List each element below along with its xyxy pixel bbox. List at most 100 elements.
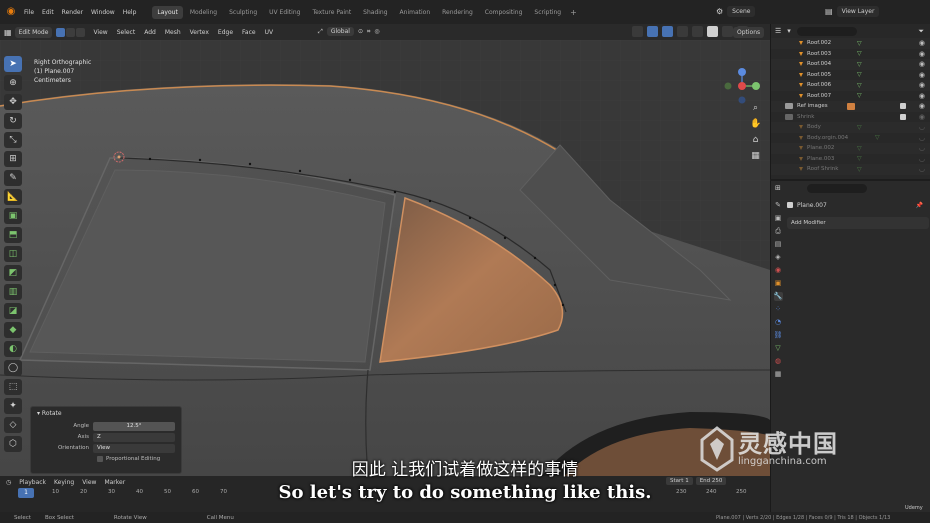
pivot-icon[interactable]: ⊙ bbox=[358, 28, 363, 35]
list-item[interactable]: Roof.006 ▽ ◉ bbox=[771, 80, 930, 91]
options-dropdown[interactable]: Options bbox=[733, 27, 765, 38]
add-workspace-icon[interactable]: + bbox=[570, 8, 577, 17]
menu-file[interactable]: File bbox=[24, 9, 34, 16]
blender-logo-icon[interactable]: ◉ bbox=[4, 5, 18, 19]
angle-field[interactable]: 12.5° bbox=[93, 421, 175, 431]
zoom-icon[interactable]: ⌕ bbox=[750, 103, 761, 114]
list-item[interactable]: Plane.003 ▽ ◡ bbox=[771, 154, 930, 165]
collection-checkbox[interactable] bbox=[900, 113, 906, 120]
outliner-search[interactable] bbox=[796, 26, 857, 36]
list-item[interactable]: Body.orgin.004 ▽ ◡ bbox=[771, 133, 930, 144]
eye-off-icon[interactable]: ◡ bbox=[919, 155, 925, 163]
move-tool-icon[interactable]: ✥ bbox=[4, 94, 22, 110]
select-tool-icon[interactable]: ➤ bbox=[4, 56, 22, 72]
eye-icon[interactable]: ◉ bbox=[919, 39, 925, 47]
tab-sculpting[interactable]: Sculpting bbox=[224, 6, 262, 19]
list-item[interactable]: Plane.002 ▽ ◡ bbox=[771, 143, 930, 154]
tab-rendering[interactable]: Rendering bbox=[437, 6, 478, 19]
list-item[interactable]: Roof.007 ▽ ◉ bbox=[771, 91, 930, 102]
vmenu-vertex[interactable]: Vertex bbox=[190, 29, 209, 36]
perspective-grid-icon[interactable]: ▦ bbox=[750, 151, 761, 162]
menu-help[interactable]: Help bbox=[123, 9, 137, 16]
annotate-tool-icon[interactable]: ✎ bbox=[4, 170, 22, 186]
eye-icon[interactable]: ◉ bbox=[919, 60, 925, 68]
tab-layout[interactable]: Layout bbox=[152, 5, 183, 19]
physics-tab-icon[interactable]: ◔ bbox=[774, 318, 783, 327]
pin-icon[interactable]: 📌 bbox=[916, 202, 923, 209]
spin-tool-icon[interactable]: ◐ bbox=[4, 341, 22, 357]
eye-icon[interactable]: ◉ bbox=[919, 71, 925, 79]
rotate-tool-icon[interactable]: ↻ bbox=[4, 113, 22, 129]
vertex-select-icon[interactable] bbox=[56, 27, 66, 37]
material-tab-icon[interactable]: ◍ bbox=[774, 357, 783, 366]
tab-compositing[interactable]: Compositing bbox=[480, 6, 528, 19]
scene-field[interactable]: Scene bbox=[727, 6, 756, 17]
particles-tab-icon[interactable]: ⁘ bbox=[774, 305, 783, 314]
material-shading-icon[interactable] bbox=[722, 26, 733, 37]
pan-hand-icon[interactable]: ✋ bbox=[750, 119, 761, 130]
measure-tool-icon[interactable]: 📐 bbox=[4, 189, 22, 205]
loop-cut-tool-icon[interactable]: ▥ bbox=[4, 284, 22, 300]
texture-tab-icon[interactable]: ▦ bbox=[774, 370, 783, 379]
tab-animation[interactable]: Animation bbox=[395, 6, 436, 19]
vmenu-face[interactable]: Face bbox=[242, 29, 256, 36]
camera-icon[interactable]: ⌂ bbox=[750, 135, 761, 146]
data-tab-icon[interactable]: ▽ bbox=[774, 344, 783, 353]
properties-editor-icon[interactable]: ⊞ bbox=[775, 184, 781, 192]
modifier-tab-icon[interactable]: 🔧 bbox=[773, 292, 783, 301]
list-item[interactable]: Ref images ◉ bbox=[771, 101, 930, 112]
snap-icon[interactable]: ⌗ bbox=[367, 28, 370, 36]
axis-dropdown[interactable]: Z bbox=[93, 432, 175, 442]
list-item[interactable]: Roof Shrink ▽ ◡ bbox=[771, 164, 930, 175]
eye-icon[interactable]: ◉ bbox=[919, 92, 925, 100]
transform-tool-icon[interactable]: ⊞ bbox=[4, 151, 22, 167]
vmenu-mesh[interactable]: Mesh bbox=[165, 29, 181, 36]
outliner-filter-icon[interactable]: ⏷ bbox=[918, 27, 924, 36]
proportional-icon[interactable]: ◎ bbox=[374, 28, 379, 35]
add-modifier-dropdown[interactable]: Add Modifier bbox=[787, 217, 929, 229]
output-tab-icon[interactable]: ⎙ bbox=[774, 227, 783, 236]
eye-icon[interactable]: ◉ bbox=[919, 81, 925, 89]
collection-checkbox[interactable] bbox=[900, 103, 906, 110]
bevel-tool-icon[interactable]: ◩ bbox=[4, 265, 22, 281]
add-cube-tool-icon[interactable]: ▣ bbox=[4, 208, 22, 224]
operator-title[interactable]: ▾ Rotate bbox=[31, 407, 181, 420]
constraints-tab-icon[interactable]: ⛓ bbox=[774, 331, 783, 340]
orientation-value-dropdown[interactable]: View bbox=[93, 443, 175, 453]
shrink-fatten-tool-icon[interactable]: ✦ bbox=[4, 398, 22, 414]
list-item[interactable]: Roof.005 ▽ ◉ bbox=[771, 70, 930, 81]
eye-icon[interactable]: ◉ bbox=[919, 113, 925, 121]
filter-icon[interactable]: ▾ bbox=[787, 27, 791, 35]
eye-off-icon[interactable]: ◡ bbox=[919, 165, 925, 173]
tab-uv-editing[interactable]: UV Editing bbox=[264, 6, 305, 19]
wireframe-shading-icon[interactable] bbox=[692, 26, 703, 37]
eye-off-icon[interactable]: ◡ bbox=[919, 123, 925, 131]
list-item[interactable]: Roof.004 ▽ ◉ bbox=[771, 59, 930, 70]
smooth-tool-icon[interactable]: ◯ bbox=[4, 360, 22, 376]
list-item[interactable]: Roof.002 ▽ ◉ bbox=[771, 38, 930, 49]
cursor-tool-icon[interactable]: ⊕ bbox=[4, 75, 22, 91]
edge-select-icon[interactable] bbox=[66, 27, 76, 37]
poly-build-tool-icon[interactable]: ◆ bbox=[4, 322, 22, 338]
list-item[interactable]: Roof.003 ▽ ◉ bbox=[771, 49, 930, 60]
eye-icon[interactable]: ◉ bbox=[919, 102, 925, 110]
view-layer-tab-icon[interactable]: ▤ bbox=[774, 240, 783, 249]
properties-search[interactable] bbox=[806, 183, 867, 193]
world-tab-icon[interactable]: ◉ bbox=[774, 266, 783, 275]
shear-tool-icon[interactable]: ◇ bbox=[4, 417, 22, 433]
view-layer-field[interactable]: View Layer bbox=[836, 6, 880, 17]
list-item[interactable]: Body ▽ ◡ bbox=[771, 122, 930, 133]
tab-shading[interactable]: Shading bbox=[358, 6, 392, 19]
menu-render[interactable]: Render bbox=[62, 9, 83, 16]
menu-window[interactable]: Window bbox=[91, 9, 115, 16]
eye-off-icon[interactable]: ◡ bbox=[919, 134, 925, 142]
render-tab-icon[interactable]: ▣ bbox=[774, 214, 783, 223]
solid-shading-icon[interactable] bbox=[707, 26, 718, 37]
visibility-icon[interactable] bbox=[632, 26, 643, 37]
gizmo-toggle-icon[interactable] bbox=[647, 26, 658, 37]
vmenu-uv[interactable]: UV bbox=[265, 29, 274, 36]
object-tab-icon[interactable]: ▣ bbox=[774, 279, 783, 288]
vmenu-view[interactable]: View bbox=[93, 29, 107, 36]
knife-tool-icon[interactable]: ◪ bbox=[4, 303, 22, 319]
eye-icon[interactable]: ◉ bbox=[919, 50, 925, 58]
